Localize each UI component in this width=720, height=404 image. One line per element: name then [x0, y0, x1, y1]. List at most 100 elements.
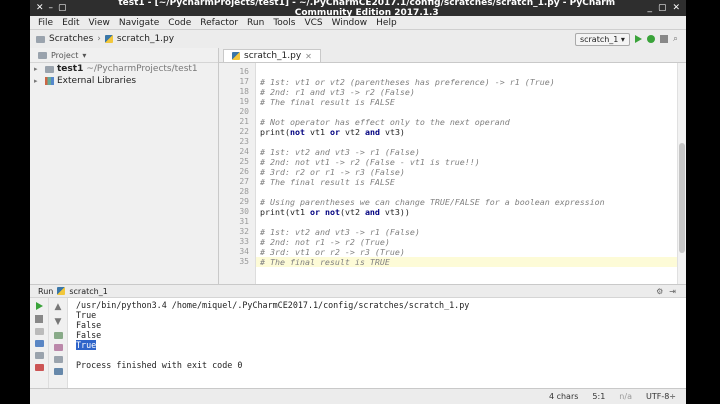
menu-help[interactable]: Help [372, 18, 401, 28]
scroll-to-end-icon[interactable] [53, 344, 63, 351]
console-text: False [76, 330, 102, 340]
line-number: 34 [239, 247, 249, 256]
settings-icon[interactable]: ⚙ [656, 287, 663, 296]
pin-icon[interactable] [34, 352, 44, 359]
status-line-separator[interactable]: n/a [619, 392, 632, 401]
pause-icon[interactable] [34, 328, 44, 335]
menu-navigate[interactable]: Navigate [115, 18, 163, 28]
layout-icon[interactable] [34, 340, 44, 347]
console-line: /usr/bin/python3.4 /home/miquel/.PyCharm… [76, 300, 678, 310]
chevron-right-icon: › [97, 34, 101, 44]
code-line[interactable]: # 3rd: vt1 or r2 -> r3 (True) [256, 247, 686, 257]
menu-edit[interactable]: Edit [58, 18, 83, 28]
debug-icon[interactable] [646, 35, 655, 43]
code-comment: # 3rd: r2 or r1 -> r3 (False) [260, 167, 405, 177]
editor-scrollbar[interactable] [677, 63, 686, 284]
tree-item-external-libraries[interactable]: ▸ External Libraries [30, 75, 218, 87]
print-icon[interactable] [53, 356, 63, 363]
code-comment: # 1st: vt2 and vt3 -> r1 (False) [260, 227, 420, 237]
code-line[interactable] [256, 187, 686, 197]
code-comment: # 3rd: vt1 or r2 -> r3 (True) [260, 247, 405, 257]
code-line[interactable]: # The final result is FALSE [256, 97, 686, 107]
code-statement: print(not vt1 or vt2 and vt3) [260, 127, 405, 137]
soft-wrap-icon[interactable] [53, 332, 63, 339]
expand-arrow-icon[interactable]: ▸ [34, 77, 42, 85]
code-line[interactable]: print(vt1 or not(vt2 and vt3)) [256, 207, 686, 217]
run-panel-label: Run [38, 286, 54, 296]
project-view-select[interactable]: Project [51, 51, 78, 60]
line-number: 33 [239, 237, 249, 246]
line-number: 20 [239, 107, 249, 116]
maximize-icon[interactable]: ▢ [658, 3, 667, 13]
console-output[interactable]: /usr/bin/python3.4 /home/miquel/.PyCharm… [68, 298, 686, 390]
menu-tools[interactable]: Tools [269, 18, 299, 28]
arrow-up-icon[interactable]: ▲ [55, 302, 62, 312]
menu-code[interactable]: Code [164, 18, 195, 28]
code-line[interactable]: # 1st: vt2 and vt3 -> r1 (False) [256, 227, 686, 237]
scrollbar-thumb[interactable] [679, 143, 685, 253]
menu-window[interactable]: Window [328, 18, 372, 28]
code-line[interactable] [256, 67, 686, 77]
minimize-icon[interactable]: – [49, 3, 54, 13]
menu-view[interactable]: View [85, 18, 114, 28]
run-config-select[interactable]: scratch_1 ▾ [574, 32, 630, 46]
status-encoding[interactable]: UTF-8÷ [646, 392, 676, 401]
menu-refactor[interactable]: Refactor [196, 18, 242, 28]
code-line[interactable]: # 1st: vt1 or vt2 (parentheses has prefe… [256, 77, 686, 87]
close-icon[interactable]: ✕ [672, 3, 680, 13]
maximize-icon[interactable]: ▢ [58, 3, 67, 13]
menu-run[interactable]: Run [243, 18, 268, 28]
code-comment: # Not operator has effect only to the ne… [260, 117, 510, 127]
navigation-bar: Scratches › scratch_1.py scratch_1 ▾ ⌕ [30, 30, 686, 49]
chevron-down-icon[interactable]: ▾ [82, 51, 86, 60]
console-line: True [76, 340, 678, 350]
line-number: 21 [239, 117, 249, 126]
console-text: /usr/bin/python3.4 /home/miquel/.PyCharm… [76, 300, 470, 310]
tree-item-root[interactable]: ▸ test1 ~/PycharmProjects/test1 [30, 63, 218, 75]
code-line[interactable]: # 2nd: r1 and vt3 -> r2 (False) [256, 87, 686, 97]
code-line[interactable]: # Not operator has effect only to the ne… [256, 117, 686, 127]
code-line[interactable]: # 2nd: not vt1 -> r2 (False - vt1 is tru… [256, 157, 686, 167]
menu-file[interactable]: File [34, 18, 57, 28]
stop-icon[interactable] [35, 315, 43, 323]
hide-icon[interactable]: ⇥ [669, 287, 676, 296]
code-line[interactable]: print(not vt1 or vt2 and vt3) [256, 127, 686, 137]
line-number: 18 [239, 87, 249, 96]
code-line[interactable]: # The final result is TRUE [256, 257, 686, 267]
run-panel-tab[interactable]: scratch_1 [69, 287, 107, 296]
rerun-icon[interactable] [35, 302, 43, 310]
console-text: True [76, 340, 97, 350]
trash-icon[interactable] [53, 368, 63, 375]
expand-arrow-icon[interactable]: ▸ [34, 65, 42, 73]
stop-icon[interactable] [659, 35, 668, 43]
code-editor[interactable]: 16 17 18 19 20 21 22 23 24 25 26 27 28 29 30 31 32 33 34 35… [219, 63, 686, 284]
status-position[interactable]: 5:1 [592, 392, 605, 401]
run-icon[interactable] [634, 35, 642, 43]
code-line[interactable] [256, 137, 686, 147]
console-text: True [76, 310, 97, 320]
code-line[interactable]: # Using parentheses we can change TRUE/F… [256, 197, 686, 207]
code-lines[interactable]: # 1st: vt1 or vt2 (parentheses has prefe… [256, 63, 686, 284]
menu-vcs[interactable]: VCS [300, 18, 326, 28]
run-panel: Run scratch_1 ⚙ ⇥ ▲ ▼ /usr/bin/python3.4… [30, 284, 686, 390]
close-icon[interactable]: ✕ [305, 52, 312, 61]
search-icon[interactable]: ⌕ [673, 34, 678, 44]
tab-scratch-1[interactable]: scratch_1.py ✕ [223, 49, 321, 62]
code-line[interactable]: # The final result is FALSE [256, 177, 686, 187]
line-number: 28 [239, 187, 249, 196]
breadcrumb-scratches[interactable]: Scratches [49, 34, 93, 44]
code-comment: # The final result is TRUE [260, 257, 390, 267]
arrow-down-icon[interactable]: ▼ [55, 317, 62, 327]
folder-icon [45, 65, 54, 73]
minimize-icon[interactable]: _ [647, 3, 652, 13]
code-line[interactable] [256, 107, 686, 117]
code-line[interactable] [256, 217, 686, 227]
code-line[interactable]: # 1st: vt2 and vt3 -> r1 (False) [256, 147, 686, 157]
close-icon[interactable]: ✕ [36, 3, 44, 13]
tab-label: scratch_1.py [244, 51, 302, 61]
console-line: False [76, 330, 678, 340]
breadcrumb-file[interactable]: scratch_1.py [117, 34, 174, 44]
code-line[interactable]: # 2nd: not r1 -> r2 (True) [256, 237, 686, 247]
code-line[interactable]: # 3rd: r2 or r1 -> r3 (False) [256, 167, 686, 177]
close-icon[interactable] [34, 364, 44, 371]
